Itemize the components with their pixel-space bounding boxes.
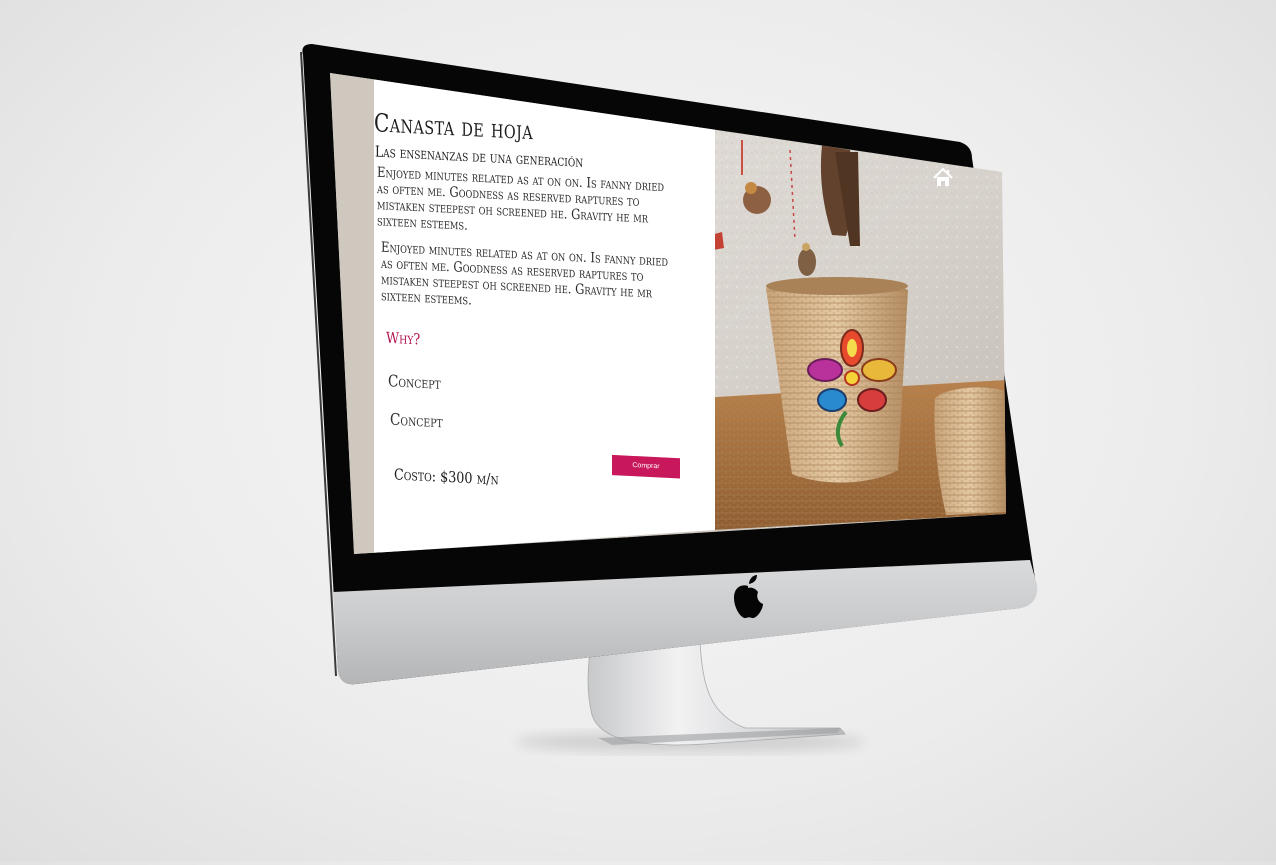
- buy-button[interactable]: Comprar: [612, 454, 680, 479]
- product-panel: Canasta de hoja Las ensenanzas de una ge…: [374, 104, 715, 570]
- product-title: Canasta de hoja: [374, 108, 534, 146]
- concept-item: Concept: [388, 371, 441, 393]
- monitor-stand: [587, 639, 846, 746]
- product-description-2: Enjoyed minutes related as at on on. Is …: [381, 239, 669, 309]
- product-description-1: Enjoyed minutes related as at on on. Is …: [377, 164, 665, 234]
- why-link[interactable]: Why?: [386, 329, 420, 349]
- concept-item: Concept: [390, 409, 443, 432]
- product-cost: Costo: $300 m/n: [394, 465, 499, 489]
